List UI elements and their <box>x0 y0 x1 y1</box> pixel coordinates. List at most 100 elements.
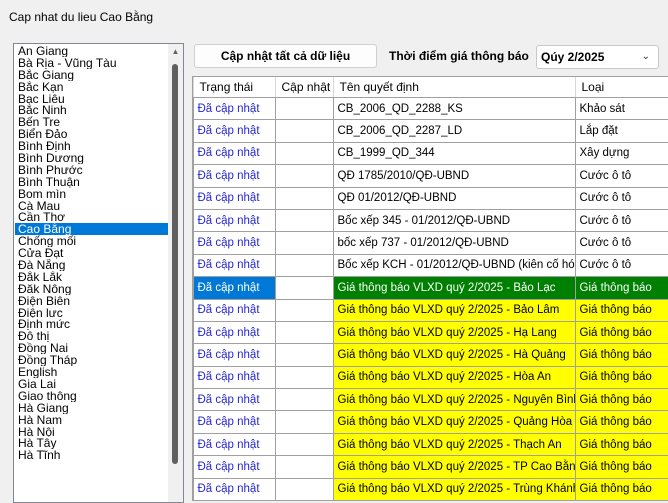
table-row[interactable]: Đã cập nhật QĐ 1785/2010/QĐ-UBNDCước ô tô <box>193 165 668 187</box>
status-cell[interactable]: Đã cập nhật <box>193 299 275 321</box>
status-cell[interactable]: Đã cập nhật <box>193 456 275 478</box>
province-item[interactable]: Bà Rịa - Vũng Tàu <box>15 57 170 69</box>
status-cell[interactable]: Đã cập nhật <box>193 411 275 433</box>
status-cell[interactable]: Đã cập nhật <box>193 209 275 231</box>
type-cell[interactable]: Giá thông báo <box>575 277 668 299</box>
status-cell[interactable]: Đã cập nhật <box>193 165 275 187</box>
update-all-button[interactable]: Cập nhật tất cả dữ liệu <box>194 44 377 68</box>
province-item[interactable]: Đà Nẵng <box>15 259 170 271</box>
province-item[interactable]: Bến Tre <box>15 116 170 128</box>
table-row[interactable]: Đã cập nhậtQĐ 01/2012/QĐ-UBNDCước ô tô <box>193 187 668 209</box>
table-row[interactable]: Đã cập nhật bốc xếp 737 - 01/2012/QĐ-UBND… <box>193 232 668 254</box>
province-item[interactable]: Cao Bằng <box>15 223 170 235</box>
status-cell[interactable]: Đã cập nhật <box>193 366 275 388</box>
table-row[interactable]: Đã cập nhậtGiá thông báo VLXD quý 2/2025… <box>193 478 668 500</box>
type-cell[interactable]: Giá thông báo <box>575 389 668 411</box>
type-cell[interactable]: Giá thông báo <box>575 321 668 343</box>
table-row[interactable]: Đã cập nhậtGiá thông báo VLXD quý 2/2025… <box>193 389 668 411</box>
update-cell[interactable] <box>275 165 333 187</box>
type-cell[interactable]: Giá thông báo <box>575 299 668 321</box>
province-item[interactable]: Định mức <box>15 318 170 330</box>
province-item[interactable]: Hà Tĩnh <box>15 449 170 461</box>
update-cell[interactable] <box>275 321 333 343</box>
province-item[interactable]: Đô thị <box>15 330 170 342</box>
decision-grid[interactable]: Trạng thái Cập nhật Tên quyết định Loại … <box>192 76 668 501</box>
province-item[interactable]: Hà Nam <box>15 414 170 426</box>
period-select[interactable]: Qúy 2/2025 ⌄ <box>536 45 659 69</box>
status-cell[interactable]: Đã cập nhật <box>193 232 275 254</box>
province-item[interactable]: Giao thông <box>15 390 170 402</box>
update-cell[interactable] <box>275 299 333 321</box>
decision-name-cell[interactable]: Giá thông báo VLXD quý 2/2025 - Nguyên B… <box>333 389 575 411</box>
decision-name-cell[interactable]: CB_2006_QD_2288_KS <box>333 98 575 120</box>
update-cell[interactable] <box>275 411 333 433</box>
decision-name-cell[interactable]: Giá thông báo VLXD quý 2/2025 - Quảng Hò… <box>333 411 575 433</box>
status-cell[interactable]: Đã cập nhật <box>193 187 275 209</box>
decision-name-cell[interactable]: Giá thông báo VLXD quý 2/2025 - TP Cao B… <box>333 456 575 478</box>
scrollbar-thumb[interactable] <box>172 64 178 464</box>
table-row[interactable]: Đã cập nhật Bốc xếp KCH - 01/2012/QĐ-UBND… <box>193 254 668 276</box>
decision-name-cell[interactable]: Bốc xếp 345 - 01/2012/QĐ-UBND <box>333 209 575 231</box>
province-item[interactable]: Bom mìn <box>15 188 170 200</box>
type-cell[interactable]: Xây dựng <box>575 142 668 164</box>
decision-name-cell[interactable]: Giá thông báo VLXD quý 2/2025 - Hạ Lang <box>333 321 575 343</box>
table-row[interactable]: Đã cập nhậtCB_1999_QD_344Xây dựng <box>193 142 668 164</box>
update-cell[interactable] <box>275 456 333 478</box>
scroll-up-arrow-icon[interactable]: ▲ <box>168 44 183 59</box>
decision-name-cell[interactable]: Giá thông báo VLXD quý 2/2025 - Hà Quảng <box>333 344 575 366</box>
province-item[interactable]: Bắc Giang <box>15 69 170 81</box>
type-cell[interactable]: Giá thông báo <box>575 344 668 366</box>
column-header-name[interactable]: Tên quyết định <box>333 77 575 98</box>
decision-name-cell[interactable]: CB_2006_QD_2287_LD <box>333 120 575 142</box>
update-cell[interactable] <box>275 232 333 254</box>
type-cell[interactable]: Cước ô tô <box>575 254 668 276</box>
table-row[interactable]: Đã cập nhật Bốc xếp 345 - 01/2012/QĐ-UBND… <box>193 209 668 231</box>
type-cell[interactable]: Khảo sát <box>575 98 668 120</box>
status-cell[interactable]: Đã cập nhật <box>193 120 275 142</box>
update-cell[interactable] <box>275 120 333 142</box>
decision-name-cell[interactable]: bốc xếp 737 - 01/2012/QĐ-UBND <box>333 232 575 254</box>
province-item[interactable]: Hà Giang <box>15 402 170 414</box>
type-cell[interactable]: Cước ô tô <box>575 165 668 187</box>
province-item[interactable]: Cà Mau <box>15 200 170 212</box>
decision-name-cell[interactable]: Giá thông báo VLXD quý 2/2025 - Bảo Lạc <box>333 277 575 299</box>
decision-name-cell[interactable]: Bốc xếp KCH - 01/2012/QĐ-UBND (kiên cố h… <box>333 254 575 276</box>
province-list[interactable]: An GiangBà Rịa - Vũng TàuBắc GiangBắc Kạ… <box>13 43 184 503</box>
province-item[interactable]: An Giang <box>15 45 170 57</box>
update-cell[interactable] <box>275 366 333 388</box>
province-item[interactable]: Gia Lai <box>15 378 170 390</box>
decision-name-cell[interactable]: QĐ 1785/2010/QĐ-UBND <box>333 165 575 187</box>
update-cell[interactable] <box>275 142 333 164</box>
column-header-status[interactable]: Trạng thái <box>193 77 275 98</box>
status-cell[interactable]: Đã cập nhật <box>193 98 275 120</box>
decision-name-cell[interactable]: Giá thông báo VLXD quý 2/2025 - Thạch An <box>333 433 575 455</box>
province-item[interactable]: Đồng Tháp <box>15 354 170 366</box>
province-item[interactable]: Điện lực <box>15 307 170 319</box>
table-row[interactable]: Đã cập nhậtCB_2006_QD_2287_LDLắp đặt <box>193 120 668 142</box>
province-item[interactable]: Điện Biên <box>15 295 170 307</box>
table-row[interactable]: Đã cập nhậtGiá thông báo VLXD quý 2/2025… <box>193 366 668 388</box>
status-cell[interactable]: Đã cập nhật <box>193 433 275 455</box>
table-row[interactable]: Đã cập nhật CB_2006_QD_2288_KSKhảo sát <box>193 98 668 120</box>
province-item[interactable]: Bắc Kạn <box>15 81 170 93</box>
province-item[interactable]: Biển Đảo <box>15 128 170 140</box>
status-cell[interactable]: Đã cập nhật <box>193 321 275 343</box>
province-item[interactable]: Đăk Nông <box>15 283 170 295</box>
status-cell[interactable]: Đã cập nhật <box>193 277 275 299</box>
update-cell[interactable] <box>275 187 333 209</box>
province-item[interactable]: Chống mối <box>15 235 170 247</box>
decision-name-cell[interactable]: Giá thông báo VLXD quý 2/2025 - Bảo Lâm <box>333 299 575 321</box>
type-cell[interactable]: Giá thông báo <box>575 366 668 388</box>
update-cell[interactable] <box>275 277 333 299</box>
table-row[interactable]: Đã cập nhật Giá thông báo VLXD quý 2/2025… <box>193 456 668 478</box>
province-item[interactable]: Bạc Liêu <box>15 93 170 105</box>
type-cell[interactable]: Cước ô tô <box>575 187 668 209</box>
type-cell[interactable]: Giá thông báo <box>575 456 668 478</box>
type-cell[interactable]: Cước ô tô <box>575 232 668 254</box>
table-row[interactable]: Đã cập nhật Giá thông báo VLXD quý 2/2025… <box>193 321 668 343</box>
update-cell[interactable] <box>275 344 333 366</box>
province-item[interactable]: Đắk Lắk <box>15 271 170 283</box>
province-item[interactable]: Bình Dương <box>15 152 170 164</box>
type-cell[interactable]: Cước ô tô <box>575 209 668 231</box>
status-cell[interactable]: Đã cập nhật <box>193 254 275 276</box>
